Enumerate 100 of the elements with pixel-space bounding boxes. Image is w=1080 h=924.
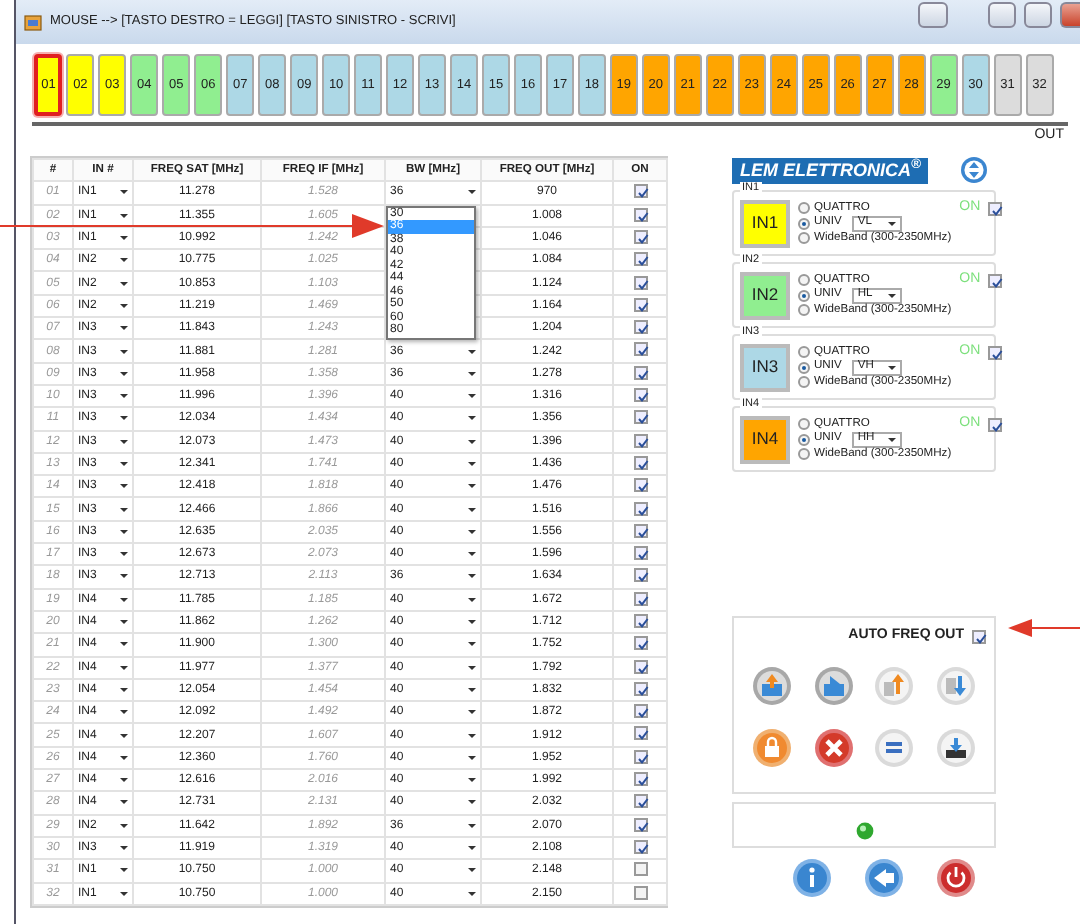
window-button[interactable]	[918, 1, 948, 27]
checkbox[interactable]	[633, 342, 647, 357]
checkbox[interactable]	[633, 591, 647, 606]
caret-icon	[120, 349, 128, 354]
logo: LEM ELETTRONICA$^{®}$	[732, 157, 929, 183]
input-tile[interactable]: IN2	[740, 271, 790, 319]
checkbox[interactable]	[633, 523, 647, 538]
checkbox[interactable]	[633, 726, 647, 741]
checkbox[interactable]	[633, 275, 647, 290]
checkbox[interactable]	[633, 681, 647, 696]
checkbox[interactable]	[633, 614, 647, 628]
caret-icon	[120, 733, 128, 738]
caret-icon	[468, 574, 476, 579]
caret-icon	[468, 778, 476, 783]
app-icon	[24, 13, 42, 31]
checkbox[interactable]	[633, 839, 647, 854]
checkbox[interactable]	[633, 794, 647, 809]
caret-icon	[120, 190, 128, 195]
checkbox[interactable]	[633, 365, 647, 380]
input-tile[interactable]: IN4	[740, 415, 790, 463]
caret-icon	[468, 891, 476, 896]
radio-button[interactable]	[798, 289, 810, 301]
radio-button[interactable]	[798, 274, 810, 286]
checkbox[interactable]	[633, 568, 647, 583]
radio-button[interactable]	[798, 304, 810, 316]
back-icon[interactable]	[864, 858, 904, 898]
checkbox[interactable]	[633, 749, 647, 764]
caret-icon	[468, 507, 476, 512]
caret-icon	[120, 574, 128, 579]
folder-arrow-icon[interactable]	[813, 665, 854, 705]
caret-icon	[468, 190, 476, 195]
list-icon[interactable]	[874, 727, 915, 767]
checkbox[interactable]	[633, 772, 647, 787]
caret-icon	[468, 733, 476, 738]
checkbox[interactable]	[633, 229, 647, 244]
caret-icon	[120, 303, 128, 308]
checkbox[interactable]	[633, 704, 647, 719]
caret-icon	[468, 642, 476, 647]
checkbox[interactable]	[988, 345, 1003, 360]
checkbox[interactable]	[988, 273, 1003, 288]
radio-button[interactable]	[798, 217, 810, 229]
checkbox[interactable]	[633, 546, 647, 561]
close-button[interactable]	[1060, 1, 1080, 27]
radio-button[interactable]	[798, 232, 810, 244]
status-led-icon	[855, 822, 873, 840]
checkbox[interactable]	[988, 417, 1003, 432]
caret-icon	[468, 394, 476, 399]
caret-icon	[120, 687, 128, 692]
checkbox[interactable]	[633, 659, 647, 674]
caret-icon	[120, 800, 128, 805]
power-icon[interactable]	[936, 858, 976, 898]
checkbox[interactable]	[633, 207, 647, 222]
caret-icon	[468, 868, 476, 873]
checkbox[interactable]	[633, 478, 647, 493]
caret-icon	[120, 529, 128, 534]
checkbox[interactable]	[633, 501, 647, 516]
checkbox[interactable]	[633, 636, 647, 651]
input-tile[interactable]: IN1	[740, 199, 790, 247]
checkbox[interactable]	[972, 629, 986, 644]
caret-icon	[120, 462, 128, 466]
caret-icon	[468, 529, 476, 534]
checkbox[interactable]	[633, 410, 647, 425]
minimize-button[interactable]	[988, 1, 1016, 27]
caret-icon	[887, 221, 896, 225]
checkbox[interactable]	[633, 252, 647, 267]
radio-button[interactable]	[798, 448, 810, 460]
checkbox[interactable]	[633, 388, 647, 403]
radio-button[interactable]	[798, 346, 810, 358]
caret-icon	[120, 394, 128, 399]
radio-button[interactable]	[798, 376, 810, 388]
checkbox[interactable]	[988, 201, 1003, 216]
checkbox[interactable]	[633, 184, 647, 199]
radio-button[interactable]	[798, 418, 810, 430]
folder-upload-icon[interactable]	[752, 665, 793, 705]
caret-icon	[120, 484, 128, 489]
checkbox[interactable]	[633, 297, 647, 312]
radio-button[interactable]	[798, 361, 810, 373]
checkbox[interactable]	[633, 885, 647, 900]
caret-icon	[468, 710, 476, 715]
arrow-down-icon[interactable]	[935, 665, 976, 705]
checkbox[interactable]	[633, 862, 647, 877]
radio-button[interactable]	[798, 433, 810, 445]
info-icon[interactable]	[792, 858, 832, 898]
checkbox[interactable]	[633, 817, 647, 832]
up-down-icon[interactable]	[960, 156, 989, 184]
caret-icon	[120, 665, 128, 670]
caret-icon	[120, 281, 128, 286]
tray-download-icon[interactable]	[935, 727, 976, 767]
checkbox[interactable]	[633, 320, 647, 335]
checkbox[interactable]	[633, 433, 647, 448]
maximize-button[interactable]	[1024, 1, 1052, 27]
radio-button[interactable]	[798, 202, 810, 214]
caret-icon	[468, 823, 476, 828]
caret-icon	[120, 597, 128, 602]
caret-icon	[120, 620, 128, 625]
caret-icon	[887, 365, 896, 369]
caret-icon	[120, 778, 128, 783]
input-tile[interactable]: IN3	[740, 343, 790, 391]
checkbox[interactable]	[633, 455, 647, 470]
close-icon[interactable]	[813, 727, 854, 767]
